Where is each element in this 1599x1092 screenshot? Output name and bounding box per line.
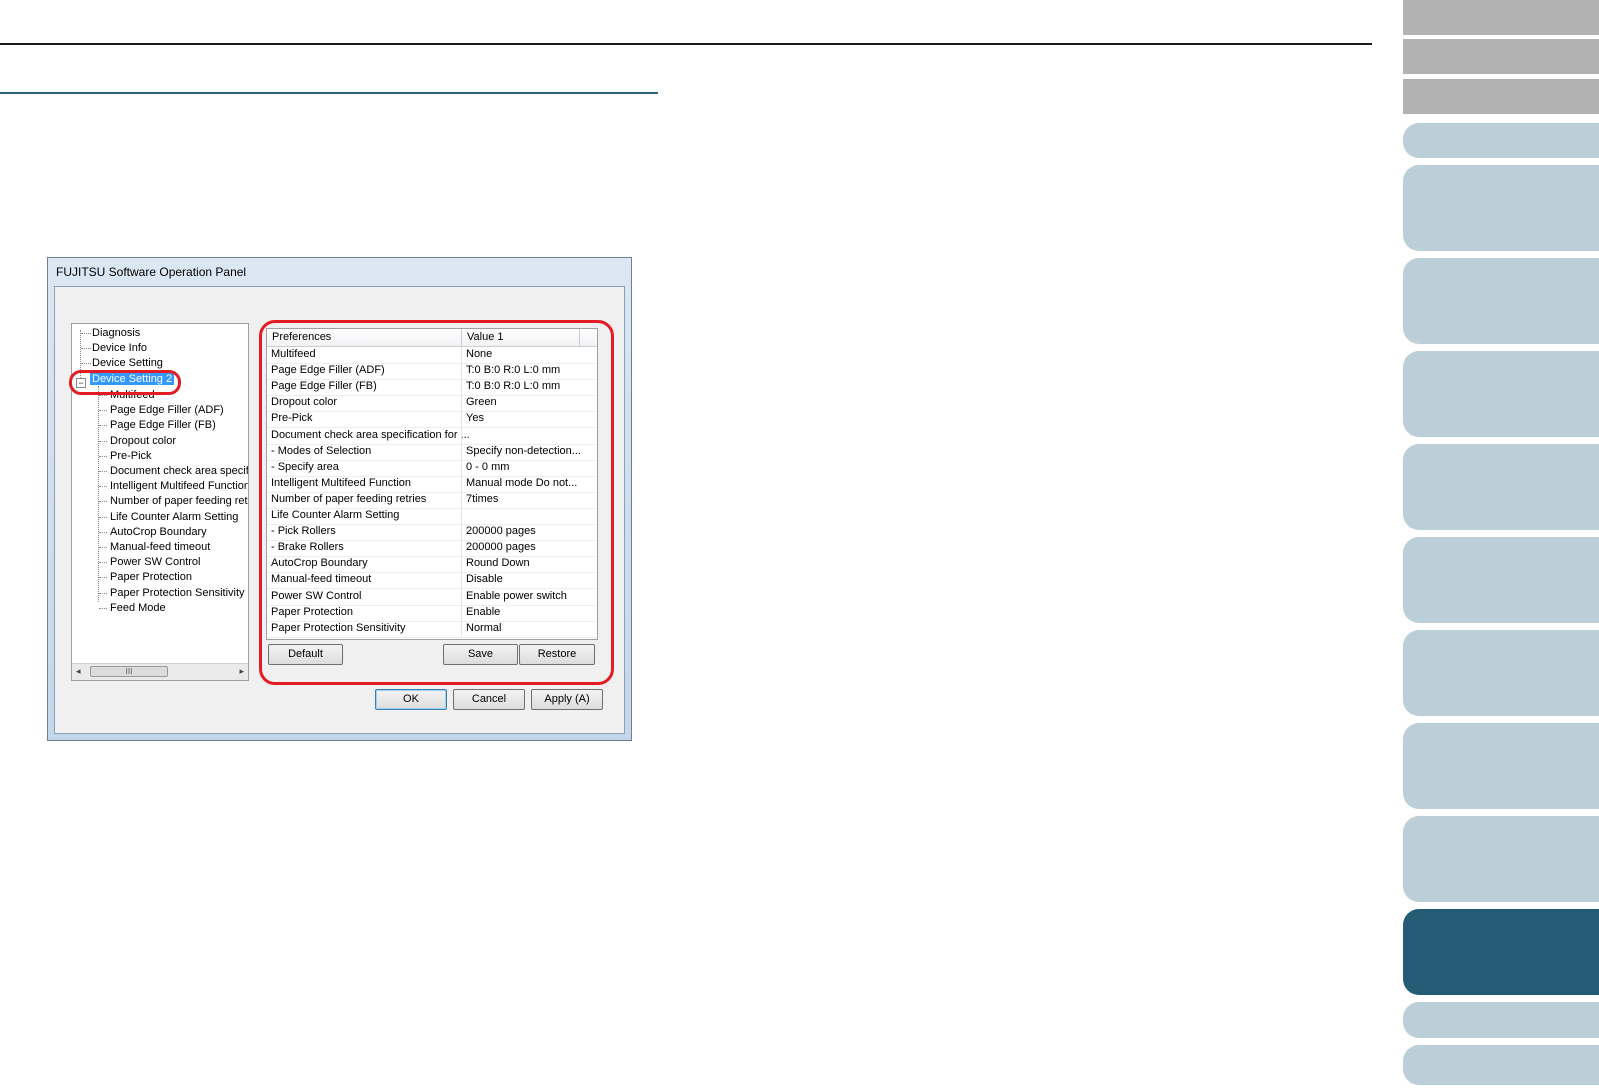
tree-item-child[interactable]: Number of paper feeding retries	[110, 494, 248, 508]
tree-connector	[99, 425, 107, 427]
tree-connector	[98, 386, 99, 602]
nav-tab-8[interactable]	[1403, 723, 1599, 809]
tree-connector	[81, 333, 91, 334]
nav-tab-index[interactable]	[1403, 79, 1599, 114]
highlight-settings-panel	[259, 320, 614, 685]
nav-tab-contents[interactable]	[1403, 39, 1599, 74]
tree-connector	[99, 440, 107, 442]
tree-item-child[interactable]: Feed Mode	[110, 601, 166, 615]
tree-item-child[interactable]: Intelligent Multifeed Function	[110, 479, 248, 493]
tree-item-child[interactable]: Page Edge Filler (FB)	[110, 418, 216, 432]
scroll-right-icon[interactable]: ▸	[239, 666, 244, 677]
apply-button[interactable]: Apply (A)	[531, 689, 603, 710]
ok-button[interactable]: OK	[375, 689, 447, 710]
scroll-thumb[interactable]: III	[90, 666, 168, 677]
section-rule	[0, 92, 658, 94]
tree-connector	[99, 455, 107, 457]
tree-connector	[81, 348, 91, 349]
tree-connector	[99, 607, 107, 609]
tree-connector	[99, 562, 107, 564]
nav-tab-4[interactable]	[1403, 351, 1599, 437]
tree-item-device-setting[interactable]: Device Setting	[92, 356, 163, 370]
tree-connector	[99, 547, 107, 548]
tree-item-child[interactable]: Paper Protection Sensitivity	[110, 586, 245, 600]
tree-item-child[interactable]: Page Edge Filler (ADF)	[110, 403, 224, 417]
tree-connector	[99, 531, 107, 533]
nav-tab-top[interactable]	[1403, 0, 1599, 35]
tree-item-child[interactable]: Life Counter Alarm Setting	[110, 510, 238, 524]
tree-item-child[interactable]: Manual-feed timeout	[110, 540, 210, 554]
nav-tab-3[interactable]	[1403, 258, 1599, 344]
scroll-left-icon[interactable]: ◂	[76, 666, 81, 677]
tree-horizontal-scrollbar[interactable]: ◂ III ▸	[72, 663, 248, 680]
nav-tab-2[interactable]	[1403, 165, 1599, 251]
tree-item-child[interactable]: Pre-Pick	[110, 449, 152, 463]
tree-connector	[99, 410, 107, 412]
tree-connector	[99, 395, 107, 396]
tree-connector	[99, 577, 107, 579]
tree-item-child[interactable]: Dropout color	[110, 434, 176, 448]
header-rule	[0, 43, 1372, 45]
highlight-device-setting-2	[69, 370, 181, 395]
tree-item-device-info[interactable]: Device Info	[92, 341, 147, 355]
tree-connector	[99, 501, 107, 503]
nav-tab-5[interactable]	[1403, 444, 1599, 530]
tree-connector	[99, 486, 107, 488]
nav-tab-1[interactable]	[1403, 123, 1599, 158]
nav-tab-7[interactable]	[1403, 630, 1599, 716]
tree-item-child[interactable]: Document check area specific	[110, 464, 248, 478]
nav-tab-6[interactable]	[1403, 537, 1599, 623]
tree-item-child[interactable]: Power SW Control	[110, 555, 200, 569]
tree-connector	[81, 363, 91, 364]
tree-item-child[interactable]: AutoCrop Boundary	[110, 525, 207, 539]
cancel-button[interactable]: Cancel	[453, 689, 525, 710]
nav-tab-12[interactable]	[1403, 1045, 1599, 1085]
tree-connector	[99, 516, 107, 518]
tree-item-diagnosis[interactable]: Diagnosis	[92, 326, 140, 340]
nav-tab-11[interactable]	[1403, 1002, 1599, 1038]
nav-tab-10-active[interactable]	[1403, 909, 1599, 995]
nav-tab-9[interactable]	[1403, 816, 1599, 902]
tree-connector	[99, 471, 107, 472]
tree-item-child[interactable]: Paper Protection	[110, 570, 192, 584]
tree-connector	[99, 592, 107, 594]
dialog-title: FUJITSU Software Operation Panel	[56, 265, 247, 279]
